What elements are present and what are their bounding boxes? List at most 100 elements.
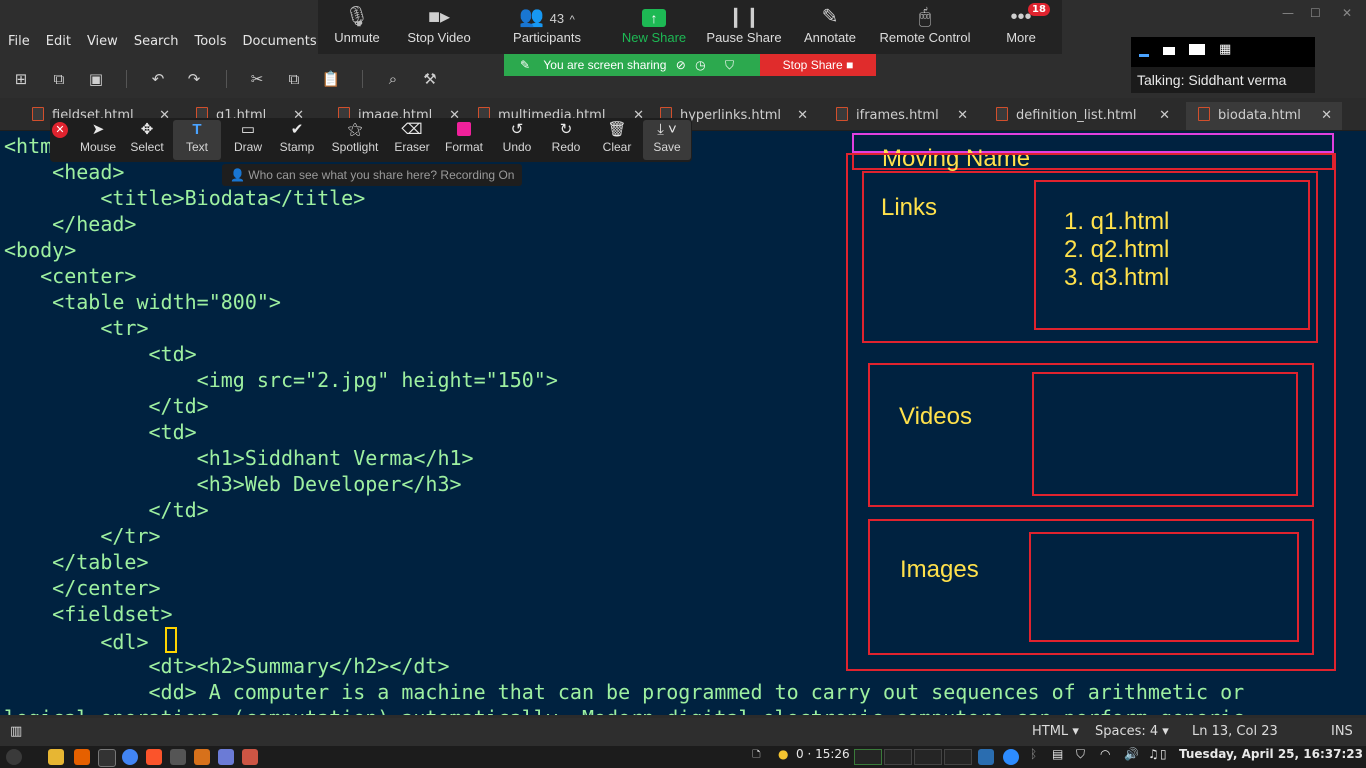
- zoom-tray-icon[interactable]: [1003, 749, 1019, 765]
- thumbnail-view-icon[interactable]: [1163, 47, 1175, 55]
- folder-icon[interactable]: [48, 749, 64, 765]
- paste-icon[interactable]: 📋: [320, 68, 342, 90]
- search-icon[interactable]: ⌕: [382, 68, 404, 90]
- tool-format[interactable]: Format: [440, 120, 488, 154]
- code-line: <td>: [4, 342, 197, 366]
- text-editor-icon[interactable]: [194, 749, 210, 765]
- copy-icon[interactable]: ⧉: [283, 68, 305, 90]
- tool-select[interactable]: ✥ Select: [123, 120, 171, 154]
- tool-redo[interactable]: ↻ Redo: [542, 120, 590, 154]
- menu-launcher-icon[interactable]: [6, 749, 22, 765]
- replace-icon[interactable]: ⚒: [419, 68, 441, 90]
- annotation-list-item: 1. q1.html: [1064, 208, 1170, 235]
- calculator-icon[interactable]: [170, 749, 186, 765]
- html-file-icon: [32, 107, 44, 121]
- close-annotation-icon[interactable]: ✕: [52, 122, 68, 138]
- arrow-icon: ➤: [91, 121, 105, 138]
- firefox-icon[interactable]: [74, 749, 90, 765]
- trash-icon: 🗑: [607, 121, 627, 138]
- tool-text[interactable]: T Text: [173, 120, 221, 160]
- code-line: <td>: [4, 420, 197, 444]
- menu-search[interactable]: Search: [126, 33, 187, 51]
- notes-tray-icon[interactable]: 🗅: [752, 743, 761, 765]
- cut-icon[interactable]: ✂: [246, 68, 268, 90]
- maximize-icon[interactable]: ☐: [1310, 6, 1321, 20]
- menu-view[interactable]: View: [79, 33, 126, 51]
- remote-control-button[interactable]: 🖱 Remote Control: [875, 4, 975, 45]
- close-window-icon[interactable]: ✕: [1342, 6, 1352, 20]
- language-selector[interactable]: HTML ▾: [1032, 718, 1079, 746]
- talking-indicator: Talking: Siddhant verma: [1131, 67, 1315, 93]
- timer-tray-icon[interactable]: ●: [778, 743, 788, 765]
- stop-share-button[interactable]: Stop Share ■: [760, 54, 876, 76]
- bluetooth-icon[interactable]: ᛒ: [1030, 743, 1037, 765]
- menu-file[interactable]: File: [0, 33, 38, 51]
- tab-iframes[interactable]: iframes.html ✕: [836, 102, 968, 130]
- tool-clear[interactable]: 🗑 Clear: [593, 120, 641, 154]
- participants-button[interactable]: 👥 43 ^ Participants: [502, 4, 592, 45]
- code-editor[interactable]: <html> <head> <title>Biodata</title> </h…: [0, 131, 1366, 715]
- notes-icon[interactable]: [218, 749, 234, 765]
- participants-icon: 👥 43 ^: [519, 6, 575, 28]
- code-line: <img src="2.jpg" height="150">: [4, 368, 558, 392]
- terminal-icon[interactable]: [98, 749, 116, 767]
- participant-count: 43: [549, 11, 565, 26]
- redo-icon[interactable]: ↷: [183, 68, 205, 90]
- music-icon[interactable]: ♫: [1148, 743, 1159, 765]
- new-file-icon[interactable]: ⊞: [10, 68, 32, 90]
- minimize-icon[interactable]: —: [1282, 6, 1294, 20]
- tool-mouse[interactable]: ➤ Mouse: [74, 120, 122, 154]
- disk-monitor: [944, 749, 972, 765]
- save-file-icon[interactable]: ▣: [85, 68, 107, 90]
- tab-definition-list[interactable]: definition_list.html ✕: [996, 102, 1170, 130]
- stop-video-button[interactable]: ■▸ Stop Video: [394, 4, 484, 45]
- save-icon: ⤓ ˅: [657, 121, 677, 138]
- pause-icon: ❙❙: [727, 6, 761, 28]
- open-file-icon[interactable]: ⧉: [48, 68, 70, 90]
- sidebar-toggle-icon[interactable]: ▥: [10, 718, 22, 746]
- tool-eraser[interactable]: ⌫ Eraser: [388, 120, 436, 154]
- battery-icon[interactable]: ▯: [1160, 743, 1167, 765]
- close-tab-icon[interactable]: ✕: [1159, 102, 1170, 130]
- close-tab-icon[interactable]: ✕: [1321, 102, 1332, 130]
- pause-share-button[interactable]: ❙❙ Pause Share: [699, 4, 789, 45]
- shield-icon: ⛉: [724, 58, 734, 72]
- menu-tools[interactable]: Tools: [186, 33, 234, 51]
- volume-icon[interactable]: 🔊: [1124, 743, 1139, 765]
- unmute-button[interactable]: 🎙 Unmute: [312, 4, 402, 45]
- annotate-button[interactable]: ✎ Annotate: [785, 4, 875, 45]
- text-icon: T: [192, 121, 202, 138]
- close-tab-icon[interactable]: ✕: [797, 102, 808, 130]
- more-button[interactable]: ••• More: [976, 4, 1066, 45]
- speaker-view-icon[interactable]: [1189, 44, 1205, 55]
- tool-spotlight[interactable]: ⚝ Spotlight: [326, 120, 384, 154]
- color-swatch-icon: [440, 120, 488, 140]
- wifi-icon[interactable]: ◠: [1100, 743, 1110, 765]
- shield-tray-icon[interactable]: ⛉: [1076, 743, 1085, 765]
- tab-biodata[interactable]: biodata.html ✕: [1186, 102, 1342, 130]
- stop-square-icon: ■: [846, 58, 854, 72]
- close-tab-icon[interactable]: ✕: [957, 102, 968, 130]
- menu-edit[interactable]: Edit: [38, 33, 79, 51]
- pin-icon: ✎: [520, 58, 531, 72]
- minimize-view-icon[interactable]: [1139, 54, 1149, 57]
- clipboard-icon[interactable]: ▤: [1052, 743, 1063, 765]
- brave-icon[interactable]: [146, 749, 162, 765]
- tool-draw[interactable]: ▭ Draw: [224, 120, 272, 154]
- new-share-button[interactable]: ↑ New Share: [609, 4, 699, 45]
- tool-stamp[interactable]: ✔ Stamp: [273, 120, 321, 154]
- chrome-icon[interactable]: [122, 749, 138, 765]
- html-file-icon: [1198, 107, 1210, 121]
- tool-undo[interactable]: ↺ Undo: [493, 120, 541, 154]
- spaces-selector[interactable]: Spaces: 4 ▾: [1095, 718, 1169, 746]
- annotation-videos: Videos: [899, 403, 972, 430]
- code-line: </tr>: [4, 524, 161, 548]
- who-can-see-banner[interactable]: 👤 Who can see what you share here? Recor…: [222, 164, 522, 186]
- code-line: </table>: [4, 550, 149, 574]
- gallery-view-icon[interactable]: ▦: [1219, 42, 1231, 57]
- undo-icon[interactable]: ↶: [147, 68, 169, 90]
- clock[interactable]: Tuesday, April 25, 16:37:23: [1179, 743, 1363, 765]
- network-manager-icon[interactable]: [978, 749, 994, 765]
- zoom-app-icon[interactable]: [242, 749, 258, 765]
- tool-save[interactable]: ⤓ ˅ Save: [643, 120, 691, 160]
